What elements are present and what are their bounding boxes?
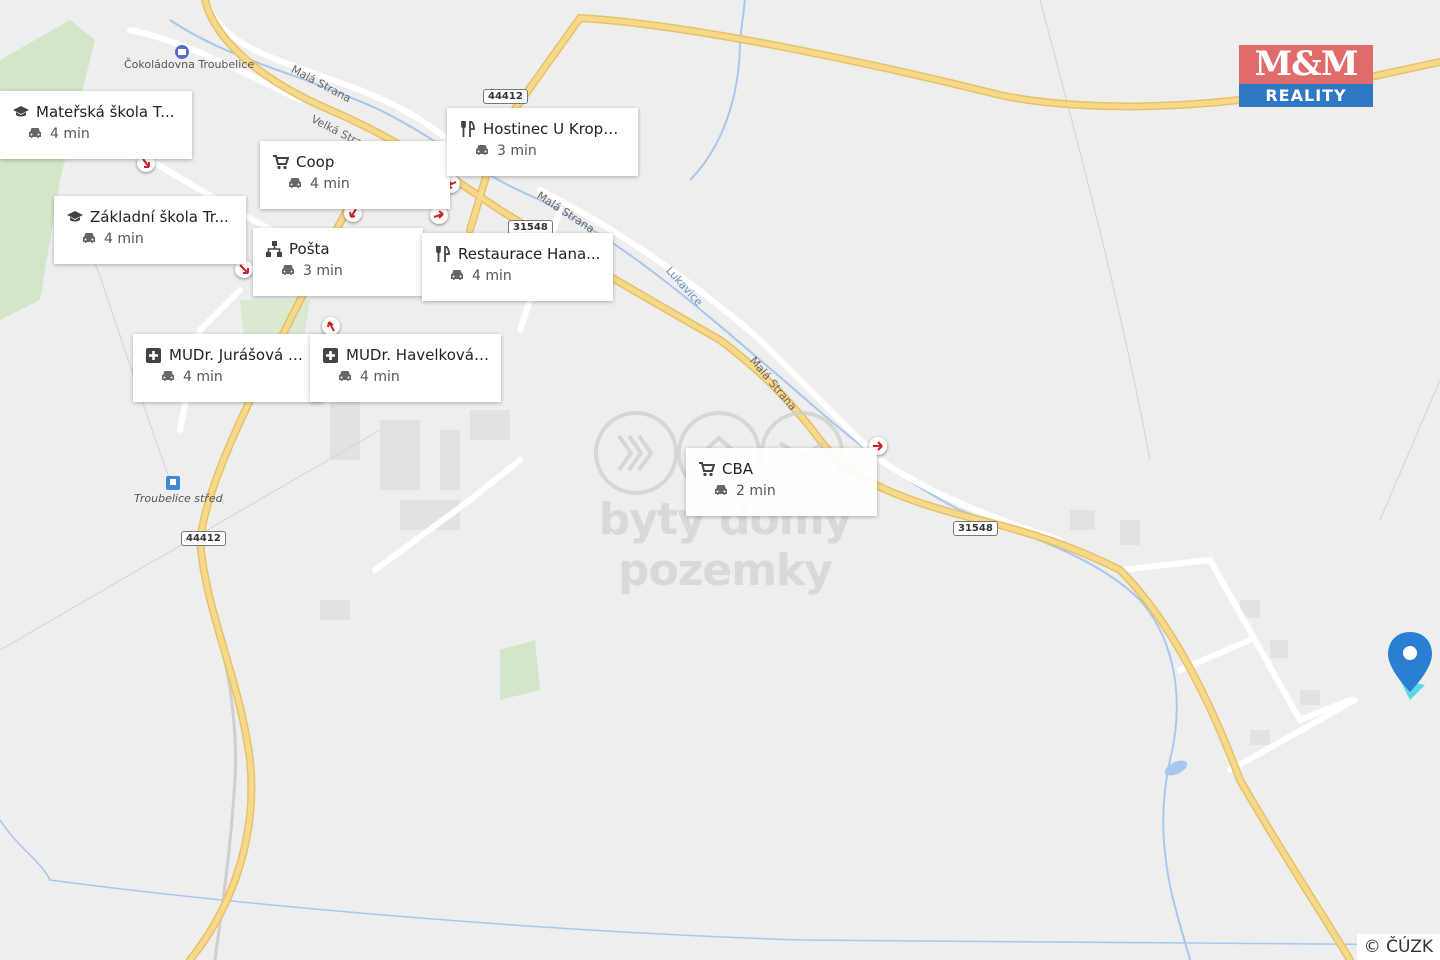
- poi-card-zakladni-skola[interactable]: Základní škola Tr... 4 min: [54, 196, 246, 264]
- poi-drive-time: 3 min: [497, 143, 537, 159]
- cart-icon: [698, 461, 715, 478]
- poi-name: Hostinec U Kropá...: [483, 120, 626, 138]
- poi-card-mudr-jurasova[interactable]: MUDr. Jurášová A... 4 min: [133, 334, 323, 402]
- car-icon: [450, 269, 466, 283]
- medical-icon: [145, 347, 162, 364]
- car-icon: [475, 144, 491, 158]
- car-icon: [161, 370, 177, 384]
- poi-drive-time: 4 min: [183, 369, 223, 385]
- map-copyright: © ČÚZK: [1356, 934, 1440, 960]
- poi-card-mudr-havelkova[interactable]: MUDr. Havelková ... 4 min: [310, 334, 501, 402]
- medical-icon: [322, 347, 339, 364]
- car-icon: [338, 370, 354, 384]
- poi-name: Pošta: [289, 240, 330, 258]
- car-icon: [281, 264, 297, 278]
- poi-name: Coop: [296, 153, 335, 171]
- brand-logo: M&M REALITY: [1239, 45, 1373, 107]
- map-canvas[interactable]: Čokoládovna Troubelice Troubelice střed …: [0, 0, 1440, 960]
- poi-name: MUDr. Havelková ...: [346, 346, 489, 364]
- school-icon: [66, 209, 83, 226]
- road-shield: 44412: [181, 531, 226, 546]
- poi-drive-time: 4 min: [104, 231, 144, 247]
- poi-drive-time: 4 min: [310, 176, 350, 192]
- brand-logo-top: M&M: [1239, 45, 1373, 84]
- car-icon: [288, 177, 304, 191]
- cart-icon: [272, 154, 289, 171]
- poi-card-materska-skola[interactable]: Mateřská škola T... 4 min: [0, 91, 192, 159]
- brand-logo-bottom: REALITY: [1239, 84, 1373, 107]
- poi-card-restaurace[interactable]: Restaurace Hana... 4 min: [422, 233, 613, 301]
- place-label-station: Troubelice střed: [134, 492, 223, 505]
- poi-drive-time: 4 min: [472, 268, 512, 284]
- property-location-pin-icon[interactable]: [1386, 630, 1434, 702]
- road-shield: 44412: [483, 89, 528, 104]
- poi-name: Restaurace Hana...: [458, 245, 601, 263]
- car-icon: [714, 484, 730, 498]
- poi-name: Základní škola Tr...: [90, 208, 229, 226]
- restaurant-icon: [459, 121, 476, 138]
- poi-drive-time: 4 min: [50, 126, 90, 142]
- poi-drive-time: 4 min: [360, 369, 400, 385]
- school-icon: [12, 104, 29, 121]
- car-icon: [28, 127, 44, 141]
- poi-drive-time: 3 min: [303, 263, 343, 279]
- poi-drive-time: 2 min: [736, 483, 776, 499]
- poi-card-hostinec[interactable]: Hostinec U Kropá... 3 min: [447, 108, 638, 176]
- poi-name: CBA: [722, 460, 754, 478]
- poi-marker[interactable]: [322, 317, 340, 335]
- car-icon: [82, 232, 98, 246]
- post-icon: [265, 241, 282, 258]
- poi-name: MUDr. Jurášová A...: [169, 346, 311, 364]
- poi-card-coop[interactable]: Coop 4 min: [260, 141, 450, 209]
- restaurant-icon: [434, 246, 451, 263]
- poi-card-cba[interactable]: CBA 2 min: [686, 448, 877, 516]
- poi-name: Mateřská škola T...: [36, 103, 175, 121]
- place-label-chocolate-factory: Čokoládovna Troubelice: [124, 58, 255, 71]
- road-shield: 31548: [953, 521, 998, 536]
- poi-card-posta[interactable]: Pošta 3 min: [253, 228, 423, 296]
